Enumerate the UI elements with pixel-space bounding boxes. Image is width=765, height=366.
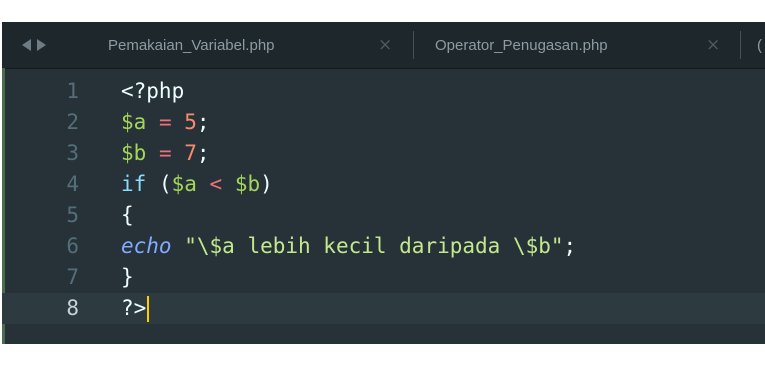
code-text: ?>	[121, 293, 150, 324]
previous-tab-icon[interactable]	[22, 39, 31, 51]
code-text: if ($a < $b)	[121, 169, 273, 200]
code-text: {	[121, 200, 134, 231]
code-token: if	[121, 172, 147, 196]
code-text: echo "\$a lebih kecil daripada \$b";	[121, 231, 576, 262]
tab-overflow[interactable]: (	[757, 22, 762, 68]
tab-navigation	[22, 22, 46, 68]
code-token: <	[209, 172, 223, 196]
code-token: $a	[171, 172, 197, 196]
close-tab-icon[interactable]: ×	[378, 35, 392, 55]
tab-divider	[413, 31, 414, 59]
code-text: <?php	[121, 76, 184, 107]
tab-operator-penugasan[interactable]: Operator_Penugasan.php ×	[435, 22, 740, 68]
line-number: 2	[66, 110, 79, 134]
line-number: 5	[66, 203, 79, 227]
line-number: 7	[66, 265, 79, 289]
code-token: $b	[234, 172, 261, 196]
tab-pemakaian-variabel[interactable]: Pemakaian_Variabel.php ×	[108, 22, 413, 68]
code-token: )	[260, 172, 273, 196]
code-token: ;	[196, 110, 210, 134]
tab-label: Operator_Penugasan.php	[435, 36, 608, 54]
code-token: =	[158, 141, 172, 165]
code-token: }	[121, 265, 134, 289]
code-line[interactable]: 5{	[2, 200, 765, 231]
code-line[interactable]: 6 echo "\$a lebih kecil daripada \$b";	[2, 231, 765, 262]
code-line[interactable]: 2 $a = 5;	[2, 107, 765, 138]
code-token: ?>	[121, 296, 147, 320]
code-token: ;	[196, 141, 210, 165]
code-line[interactable]: 8 ?>	[2, 293, 765, 324]
line-number: 4	[66, 172, 79, 196]
code-line[interactable]: 4 if ($a < $b)	[2, 169, 765, 200]
code-line[interactable]: 3 $b = 7;	[2, 138, 765, 169]
code-token: ;	[563, 234, 577, 258]
close-tab-icon[interactable]: ×	[706, 35, 720, 55]
code-token: $b	[121, 141, 147, 165]
code-line[interactable]: 7}	[2, 262, 765, 293]
tab-divider	[740, 31, 741, 59]
code-area[interactable]: 1 <?php 2 $a = 5; 3 $b = 7; 4 if ($a < $b) 5{6 ec…	[2, 76, 765, 324]
text-cursor	[147, 296, 150, 322]
line-number: 8	[66, 296, 79, 320]
line-number: 1	[66, 79, 79, 103]
editor-window: Pemakaian_Variabel.php × Operator_Penuga…	[2, 22, 765, 344]
code-token: echo	[121, 234, 172, 258]
line-number: 6	[66, 234, 79, 258]
code-line[interactable]: 1 <?php	[2, 76, 765, 107]
tab-bar: Pemakaian_Variabel.php × Operator_Penuga…	[2, 22, 765, 69]
tab-label: Pemakaian_Variabel.php	[108, 36, 275, 54]
code-token: (	[146, 172, 172, 196]
code-token: $a	[121, 110, 147, 134]
next-tab-icon[interactable]	[37, 39, 46, 51]
code-text: $a = 5;	[121, 107, 210, 138]
code-token: =	[158, 110, 172, 134]
code-token: 5	[184, 110, 197, 134]
code-token: <?php	[121, 79, 185, 103]
code-token: 7	[184, 141, 197, 165]
code-text: $b = 7;	[121, 138, 210, 169]
line-number: 3	[66, 141, 79, 165]
code-token: "\$a lebih kecil daripada \$b"	[184, 234, 564, 258]
code-text: }	[121, 262, 134, 293]
code-token: {	[121, 203, 134, 227]
